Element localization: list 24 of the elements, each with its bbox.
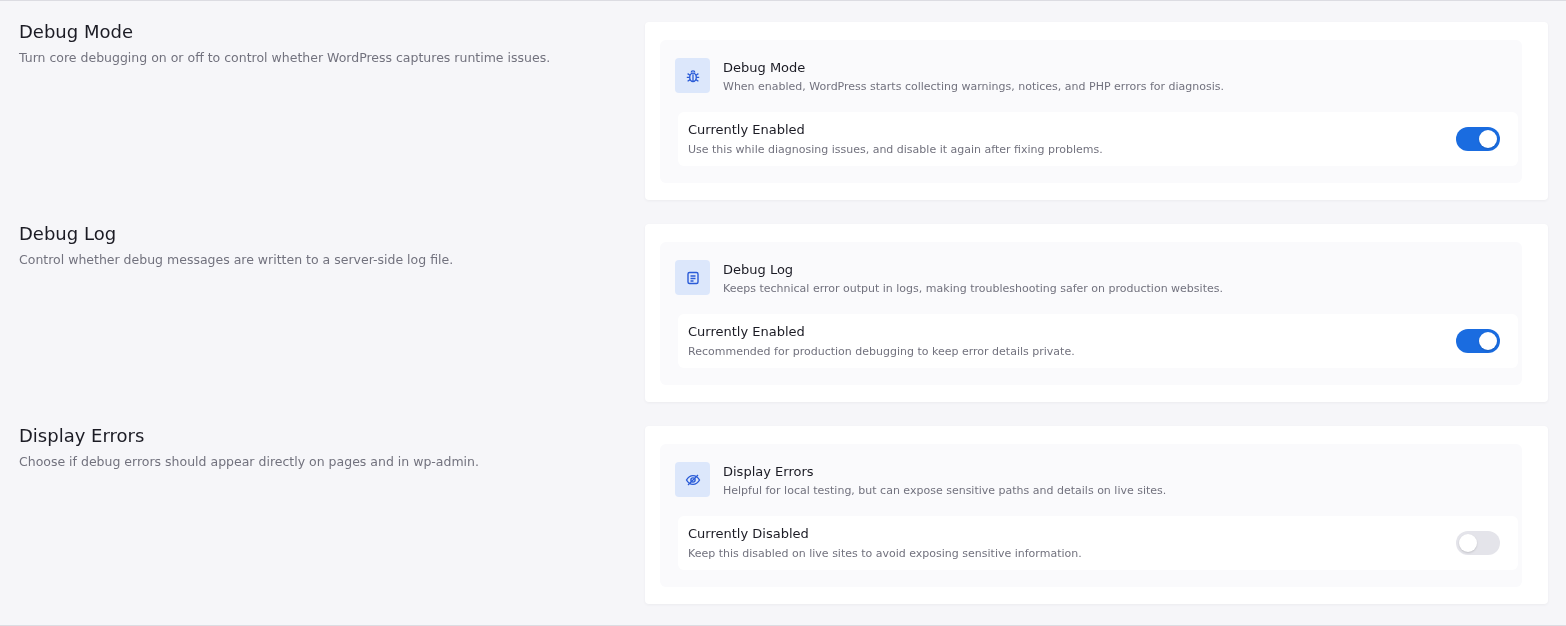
status-label: Currently Enabled bbox=[688, 323, 806, 340]
section-title: Debug Mode bbox=[19, 22, 134, 42]
section-description: Control whether debug messages are written to a server-side log file. bbox=[19, 252, 455, 268]
card-title: Display Errors bbox=[723, 463, 815, 480]
toggle-switch[interactable] bbox=[1456, 531, 1500, 555]
eye-slash-icon bbox=[675, 462, 710, 497]
card-description: Keeps technical error output in logs, making troubleshooting safer on production websites. bbox=[723, 282, 1223, 296]
toggle-switch[interactable] bbox=[1456, 329, 1500, 353]
bug-icon bbox=[675, 58, 710, 93]
status-label: Currently Disabled bbox=[688, 525, 810, 542]
card-title: Debug Log bbox=[723, 261, 795, 278]
status-label: Currently Enabled bbox=[688, 121, 806, 138]
section-title: Display Errors bbox=[19, 426, 146, 446]
card-description: Helpful for local testing, but can expose sensitive paths and details on live sites. bbox=[723, 484, 1167, 498]
card-title: Debug Mode bbox=[723, 59, 807, 76]
status-description: Keep this disabled on live sites to avoid exposing sensitive information. bbox=[688, 547, 1082, 561]
section-title: Debug Log bbox=[19, 224, 118, 244]
status-description: Recommended for production debugging to keep error details private. bbox=[688, 345, 1075, 359]
section-description: Choose if debug errors should appear directly on pages and in wp-admin. bbox=[19, 454, 480, 470]
document-icon bbox=[675, 260, 710, 295]
card-description: When enabled, WordPress starts collecting warnings, notices, and PHP errors for diagnosis. bbox=[723, 80, 1224, 94]
status-description: Use this while diagnosing issues, and disable it again after fixing problems. bbox=[688, 143, 1103, 157]
toggle-switch[interactable] bbox=[1456, 127, 1500, 151]
section-description: Turn core debugging on or off to control whether WordPress captures runtime issues. bbox=[19, 50, 552, 66]
